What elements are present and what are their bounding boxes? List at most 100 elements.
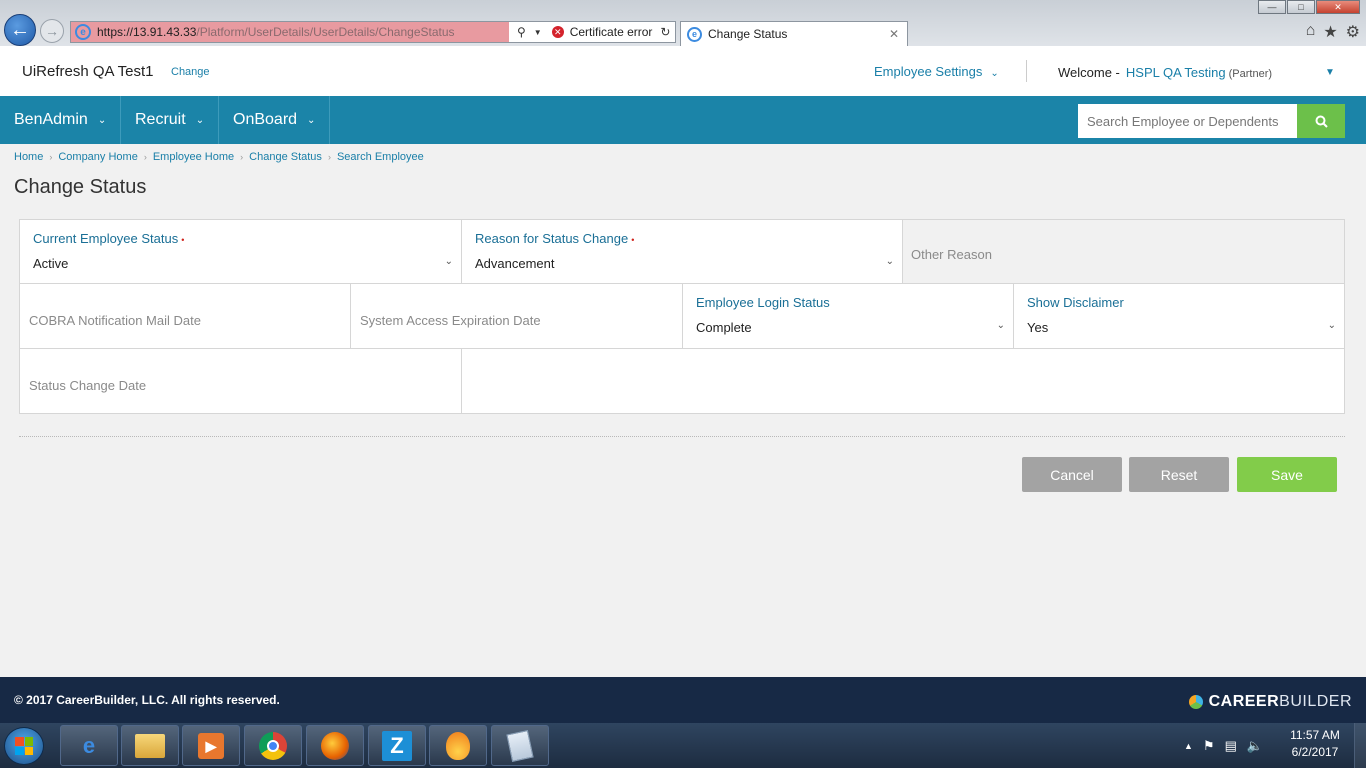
network-icon[interactable]: ▤	[1225, 738, 1237, 754]
media-player-icon[interactable]: ▶	[182, 725, 240, 766]
nav-item-label: OnBoard	[233, 111, 298, 128]
user-role: (Partner)	[1228, 68, 1273, 80]
form-divider	[19, 436, 1345, 437]
nav-item-label: BenAdmin	[14, 111, 88, 128]
certificate-error-label: Certificate error	[569, 25, 653, 39]
firefox-icon[interactable]	[306, 725, 364, 766]
address-bar[interactable]: e https://13.91.43.33/Platform/UserDetai…	[70, 21, 676, 43]
show-desktop-button[interactable]	[1354, 723, 1366, 768]
login-status-value: Complete	[696, 320, 752, 335]
page-title: Change Status	[14, 176, 147, 198]
close-window-button[interactable]: ✕	[1316, 0, 1360, 14]
search-icon[interactable]: ⚲	[517, 25, 526, 39]
required-asterisk: •	[181, 235, 185, 245]
reason-value: Advancement	[475, 256, 555, 271]
favorites-star-icon[interactable]: ★	[1323, 22, 1337, 42]
status-change-date-field[interactable]: Status Change Date	[19, 348, 462, 414]
taskbar-clock[interactable]: 11:57 AM 6/2/2017	[1282, 727, 1348, 761]
ie-page-icon: e	[75, 24, 91, 40]
start-button[interactable]	[4, 727, 44, 765]
employee-settings-label: Employee Settings	[874, 64, 983, 79]
show-disclaimer-select[interactable]: Show Disclaimer Yes ⌄	[1013, 283, 1345, 349]
nav-item-recruit[interactable]: Recruit ⌄	[121, 96, 220, 144]
flame-app-icon[interactable]	[429, 725, 487, 766]
refresh-icon[interactable]: ↻	[660, 25, 670, 39]
current-status-select[interactable]: Current Employee Status • Active ⌄	[19, 219, 462, 284]
field-label: Reason for Status Change •	[475, 231, 634, 246]
system-access-date-field[interactable]: System Access Expiration Date	[350, 283, 683, 349]
logo-career: CAREER	[1208, 693, 1280, 710]
cobra-date-placeholder: COBRA Notification Mail Date	[29, 313, 201, 328]
change-company-link[interactable]: Change	[171, 66, 210, 78]
browser-tab[interactable]: e Change Status ✕	[680, 21, 908, 46]
breadcrumb-employee-home[interactable]: Employee Home	[153, 151, 234, 163]
nav-item-benadmin[interactable]: BenAdmin ⌄	[0, 96, 122, 144]
clock-date: 6/2/2017	[1291, 745, 1339, 759]
login-status-select[interactable]: Employee Login Status Complete ⌄	[682, 283, 1014, 349]
breadcrumb-change-status[interactable]: Change Status	[249, 151, 322, 163]
chevron-down-icon: ⌄	[885, 256, 894, 267]
cobra-date-field[interactable]: COBRA Notification Mail Date	[19, 283, 351, 349]
gear-icon[interactable]: ⚙	[1346, 22, 1360, 42]
windows-taskbar: e ▶ Z ▲ ⚑ ▤ 🔈 11:57 AM 6/2/2017	[0, 723, 1366, 768]
other-reason-placeholder: Other Reason	[911, 247, 992, 262]
field-label: Current Employee Status •	[33, 231, 184, 246]
chevron-down-icon: ⌄	[97, 114, 107, 126]
breadcrumb-company-home[interactable]: Company Home	[58, 151, 137, 163]
reset-button[interactable]: Reset	[1129, 457, 1229, 492]
chevron-down-icon: ⌄	[307, 114, 316, 126]
header-divider	[1026, 60, 1027, 82]
search-icon	[1315, 115, 1328, 128]
notepad-icon[interactable]	[491, 725, 549, 766]
file-explorer-icon[interactable]	[121, 725, 179, 766]
nav-item-onboard[interactable]: OnBoard ⌄	[219, 96, 331, 144]
arrow-right-icon: →	[45, 23, 59, 39]
welcome-label: Welcome -	[1058, 65, 1120, 80]
url-path: /Platform/UserDetails/UserDetails/Change…	[196, 25, 455, 39]
current-status-label: Current Employee Status	[33, 231, 179, 246]
logo-builder: BUILDER	[1279, 693, 1352, 710]
user-menu-chevron-icon[interactable]: ▼	[1325, 67, 1335, 78]
certificate-error[interactable]: ✕ Certificate error	[551, 25, 653, 39]
breadcrumb-home[interactable]: Home	[14, 151, 43, 163]
cancel-button[interactable]: Cancel	[1022, 457, 1122, 492]
volume-icon[interactable]: 🔈	[1247, 738, 1263, 754]
system-access-date-placeholder: System Access Expiration Date	[360, 313, 541, 328]
chevron-down-icon: ⌄	[195, 114, 205, 126]
save-button[interactable]: Save	[1237, 457, 1337, 492]
breadcrumb: Home › Company Home › Employee Home › Chang…	[14, 151, 424, 163]
back-button[interactable]: ←	[4, 14, 36, 46]
address-url[interactable]: e https://13.91.43.33/Platform/UserDetai…	[71, 22, 509, 42]
windows-logo-icon	[15, 737, 33, 755]
internet-explorer-icon[interactable]: e	[60, 725, 118, 766]
current-status-value: Active	[33, 256, 69, 271]
forward-button[interactable]: →	[40, 19, 64, 43]
tab-title: Change Status	[708, 27, 788, 41]
careerbuilder-mark-icon	[1188, 695, 1203, 709]
dropdown-icon[interactable]: ▼	[534, 28, 542, 37]
app-header: UiRefresh QA Test1 Change Employee Setti…	[0, 46, 1366, 96]
z-app-icon[interactable]: Z	[368, 725, 426, 766]
action-center-flag-icon[interactable]: ⚑	[1203, 738, 1215, 754]
maximize-button[interactable]: □	[1287, 0, 1315, 14]
login-status-label: Employee Login Status	[696, 295, 830, 310]
chrome-icon[interactable]	[244, 725, 302, 766]
chevron-right-icon: ›	[327, 152, 331, 162]
welcome-text: Welcome - HSPL QA Testing (Partner)	[1058, 65, 1272, 80]
browser-chrome: ← → e https://13.91.43.33/Platform/UserD…	[0, 0, 1366, 46]
chevron-right-icon: ›	[49, 152, 53, 162]
minimize-button[interactable]: —	[1258, 0, 1286, 14]
show-hidden-icons-icon[interactable]: ▲	[1184, 741, 1193, 751]
chevron-down-icon: ⌄	[1327, 320, 1336, 331]
copyright-text: © 2017 CareerBuilder, LLC. All rights re…	[14, 693, 280, 707]
breadcrumb-search-employee[interactable]: Search Employee	[337, 151, 424, 163]
status-change-date-placeholder: Status Change Date	[29, 378, 147, 393]
user-name[interactable]: HSPL QA Testing	[1126, 65, 1226, 80]
home-icon[interactable]: ⌂	[1306, 22, 1316, 42]
employee-settings-menu[interactable]: Employee Settings ⌄	[874, 64, 999, 79]
close-tab-icon[interactable]: ✕	[889, 27, 899, 41]
empty-form-cell	[461, 348, 1345, 414]
employee-search-input[interactable]	[1078, 104, 1298, 138]
reason-select[interactable]: Reason for Status Change • Advancement ⌄	[461, 219, 903, 284]
search-button[interactable]	[1297, 104, 1345, 138]
